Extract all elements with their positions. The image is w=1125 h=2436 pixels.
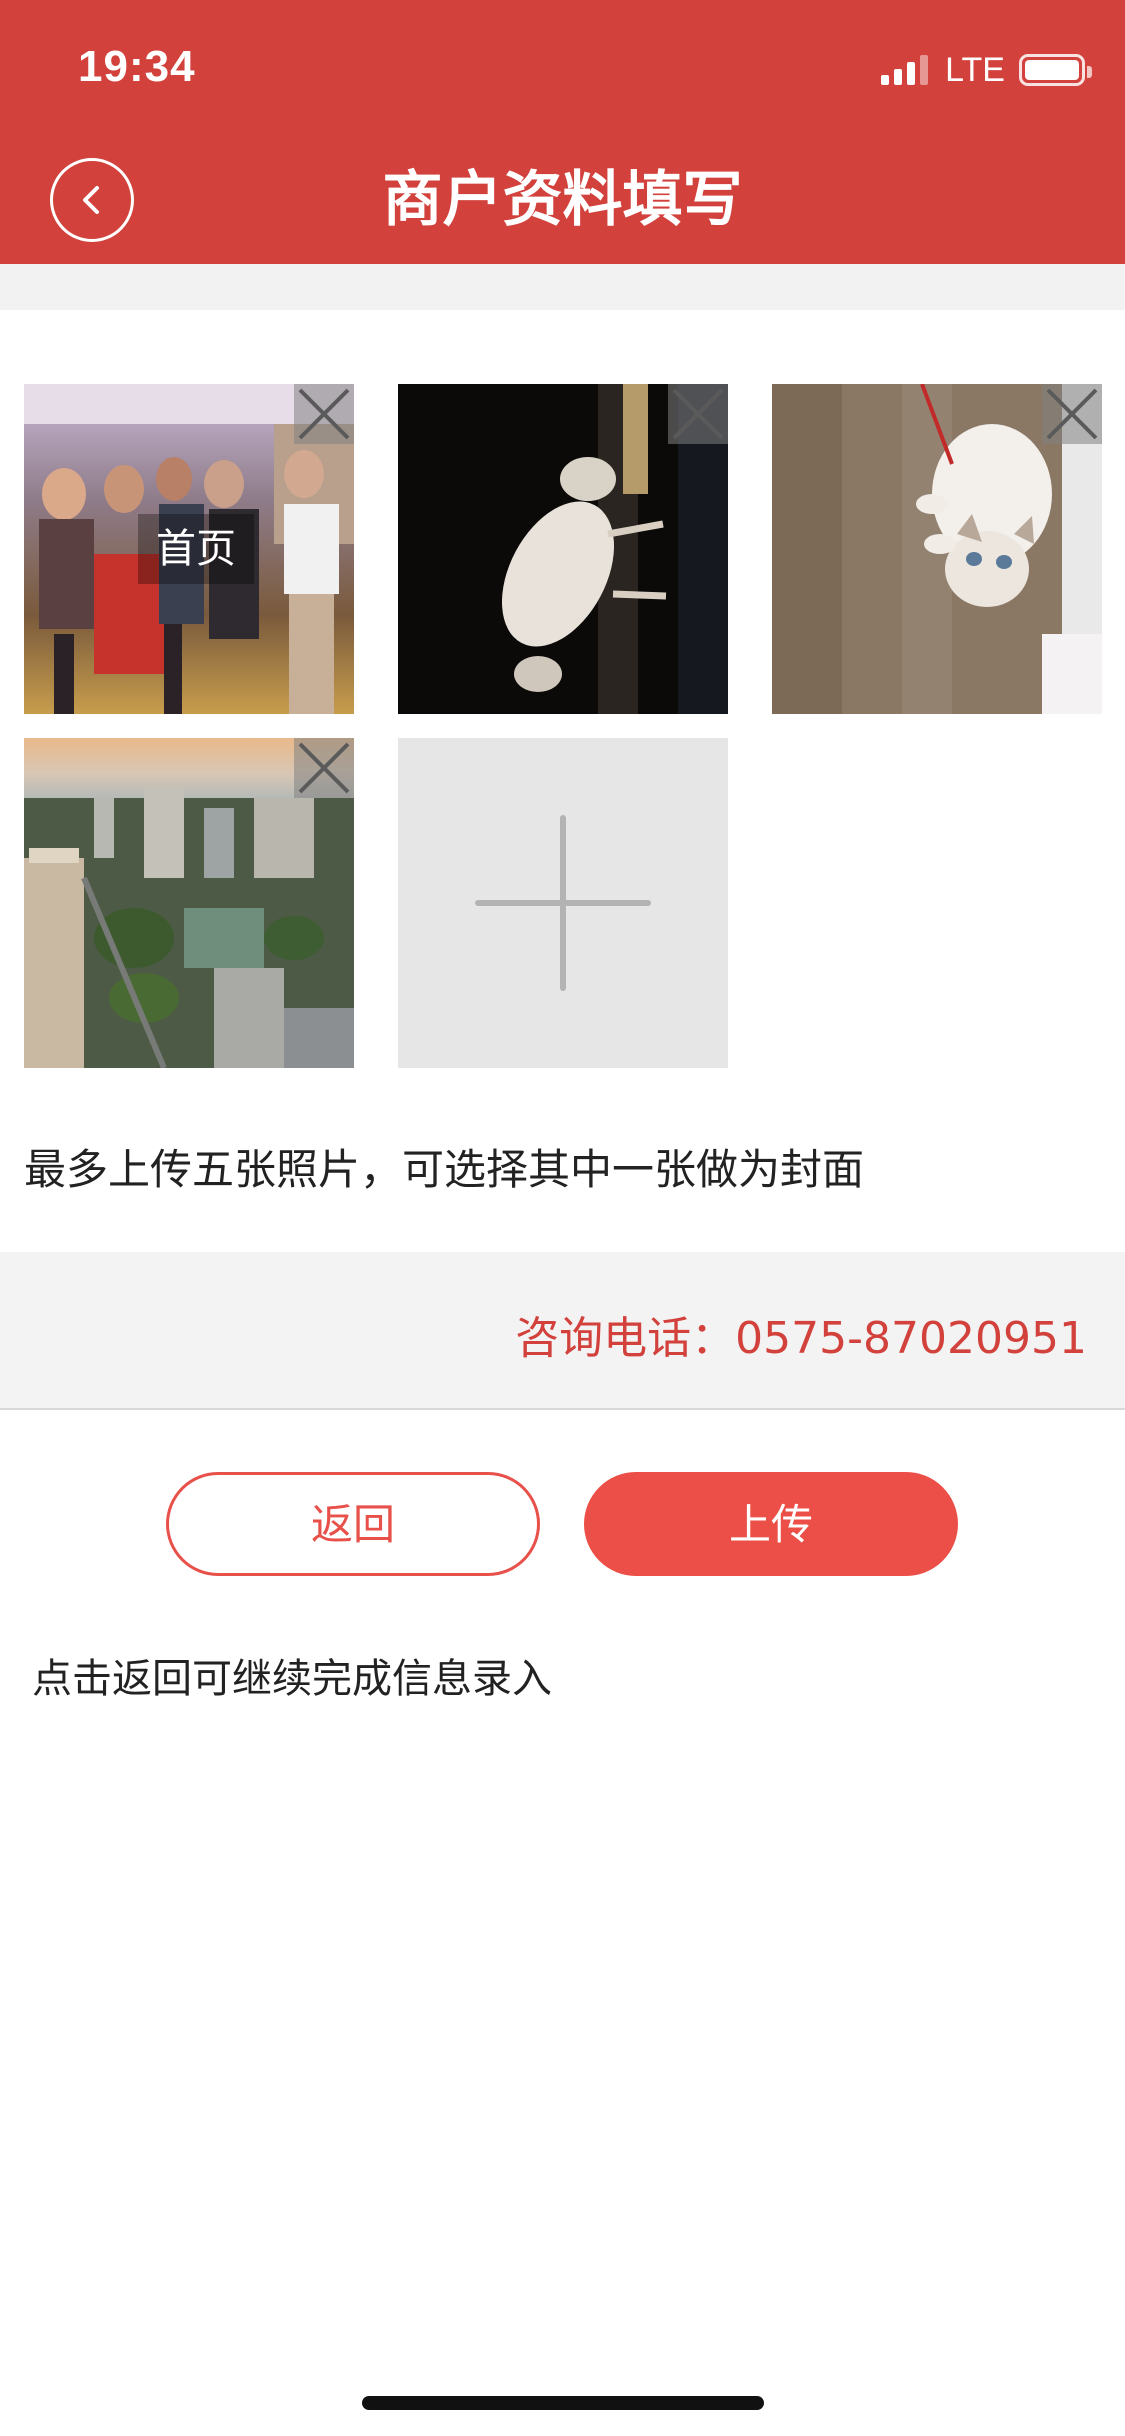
close-icon bbox=[672, 388, 724, 440]
add-photo-button[interactable] bbox=[398, 738, 728, 1068]
photo-thumbnail[interactable]: 首页 bbox=[24, 384, 354, 714]
home-indicator bbox=[362, 2396, 764, 2410]
page: 19:34 LTE 商户资料填写 首页 最多上传五张照片，可选择其中一张做为封面… bbox=[0, 0, 1125, 2436]
signal-icon bbox=[881, 55, 933, 85]
cover-badge: 首页 bbox=[138, 514, 254, 584]
network-type: LTE bbox=[945, 50, 1005, 89]
contact-band: 咨询电话：0575-87020951 bbox=[0, 1252, 1125, 1410]
photo-upload-hint: 最多上传五张照片，可选择其中一张做为封面 bbox=[24, 1145, 865, 1194]
plus-icon bbox=[475, 815, 651, 991]
header-bar: 19:34 LTE 商户资料填写 bbox=[0, 0, 1125, 264]
close-icon bbox=[298, 742, 350, 794]
delete-photo-button[interactable] bbox=[294, 738, 354, 798]
status-indicators: LTE bbox=[881, 50, 1092, 89]
status-time: 19:34 bbox=[78, 42, 196, 91]
page-title: 商户资料填写 bbox=[382, 165, 743, 235]
delete-photo-button[interactable] bbox=[668, 384, 728, 444]
return-hint: 点击返回可继续完成信息录入 bbox=[32, 1656, 552, 1702]
return-button[interactable]: 返回 bbox=[166, 1472, 540, 1576]
close-icon bbox=[298, 388, 350, 440]
photo-thumbnail[interactable] bbox=[398, 384, 728, 714]
upload-button[interactable]: 上传 bbox=[584, 1472, 958, 1576]
close-icon bbox=[1046, 388, 1098, 440]
delete-photo-button[interactable] bbox=[1042, 384, 1102, 444]
photo-thumbnail[interactable] bbox=[772, 384, 1102, 714]
divider bbox=[0, 264, 1125, 310]
delete-photo-button[interactable] bbox=[294, 384, 354, 444]
battery-icon bbox=[1019, 54, 1092, 86]
photo-thumbnail[interactable] bbox=[24, 738, 354, 1068]
contact-phone[interactable]: 咨询电话：0575-87020951 bbox=[515, 1302, 1087, 1366]
